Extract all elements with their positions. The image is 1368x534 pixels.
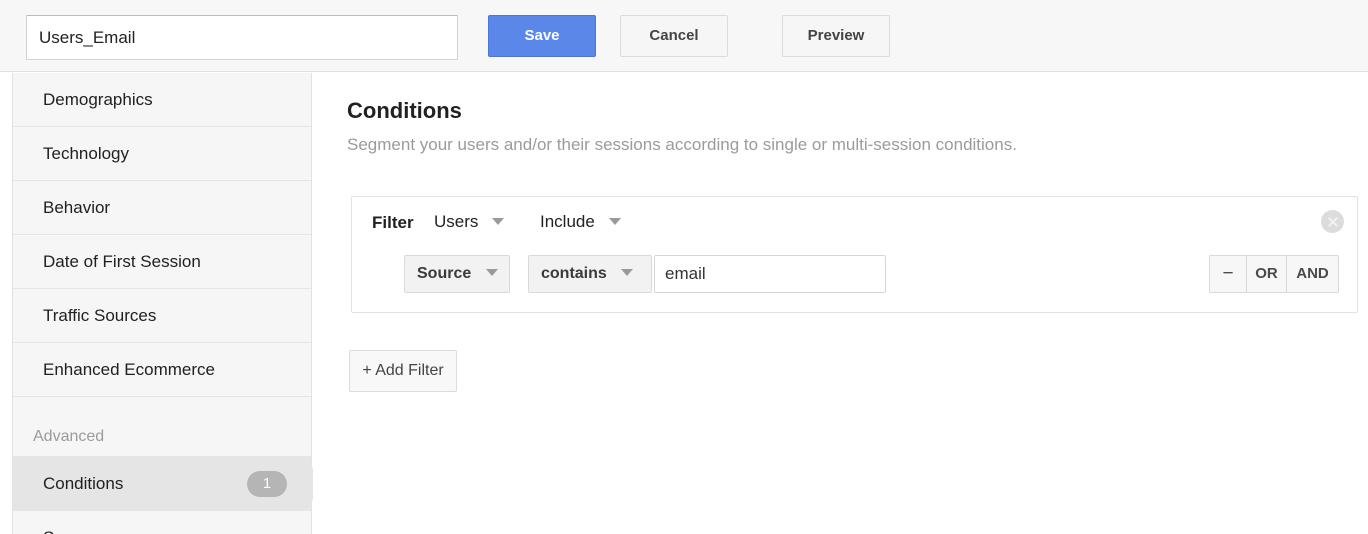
filter-scope-select[interactable]: Users (434, 212, 505, 238)
sidebar-item-label: Behavior (43, 198, 111, 217)
page-subtitle: Segment your users and/or their sessions… (347, 135, 1017, 154)
filter-card: Filter Users Include Source contains − (351, 196, 1358, 313)
or-button[interactable]: OR (1247, 255, 1287, 293)
filter-mode-select[interactable]: Include (540, 212, 621, 238)
remove-condition-button[interactable]: − (1209, 255, 1247, 293)
filter-mode-value: Include (540, 212, 595, 231)
dimension-value: Source (417, 265, 472, 282)
close-icon[interactable] (1321, 210, 1344, 233)
conditions-panel: Conditions Segment your users and/or the… (313, 73, 1368, 534)
filter-value-input[interactable] (654, 255, 886, 293)
chevron-down-icon (608, 218, 621, 226)
cancel-button[interactable]: Cancel (620, 15, 728, 57)
sidebar-item-conditions[interactable]: Conditions 1 (13, 457, 330, 511)
segment-category-sidebar: Demographics Technology Behavior Date of… (12, 73, 330, 534)
sidebar-item-sequences[interactable]: Sequences (13, 511, 311, 534)
chevron-down-icon (621, 269, 634, 277)
sidebar-item-label: Conditions (43, 474, 124, 493)
sidebar-item-label: Enhanced Ecommerce (43, 360, 215, 379)
chevron-down-icon (485, 269, 498, 277)
save-button[interactable]: Save (488, 15, 596, 57)
sidebar-item-label: Demographics (43, 90, 153, 109)
sidebar-item-traffic-sources[interactable]: Traffic Sources (13, 289, 311, 343)
and-button[interactable]: AND (1287, 255, 1339, 293)
sidebar-item-label: Date of First Session (43, 252, 201, 271)
sidebar-item-enhanced-ecommerce[interactable]: Enhanced Ecommerce (13, 343, 311, 397)
sidebar-item-label: Technology (43, 144, 130, 163)
segment-name-input[interactable] (26, 15, 458, 60)
preview-button[interactable]: Preview (782, 15, 890, 57)
sidebar-item-label: Sequences (43, 528, 128, 534)
filter-scope-value: Users (434, 212, 479, 231)
operator-select[interactable]: contains (528, 255, 652, 293)
chevron-down-icon (492, 218, 505, 226)
segment-builder: Save Cancel Preview Demographics Technol… (0, 0, 1368, 534)
add-filter-button[interactable]: + Add Filter (349, 350, 457, 392)
status-badge: 1 (247, 470, 287, 497)
editor-header: Save Cancel Preview (0, 0, 1368, 72)
operator-value: contains (541, 265, 607, 282)
filter-logic-group: − OR AND (1209, 255, 1339, 293)
page-title: Conditions (347, 98, 462, 123)
sidebar-item-technology[interactable]: Technology (13, 127, 311, 181)
sidebar-item-date-of-first-session[interactable]: Date of First Session (13, 235, 311, 289)
sidebar-group-advanced: Advanced (13, 397, 311, 457)
dimension-select[interactable]: Source (404, 255, 510, 293)
sidebar-item-label: Traffic Sources (43, 306, 157, 325)
filter-label: Filter (372, 213, 414, 232)
sidebar-item-demographics[interactable]: Demographics (13, 73, 311, 127)
sidebar-item-behavior[interactable]: Behavior (13, 181, 311, 235)
